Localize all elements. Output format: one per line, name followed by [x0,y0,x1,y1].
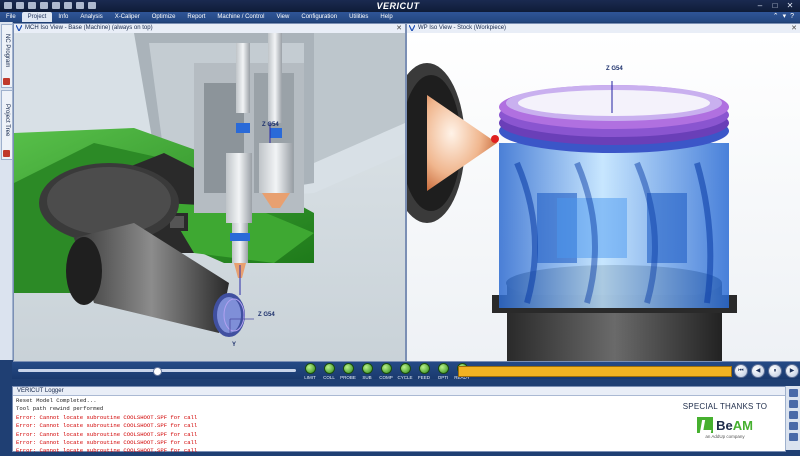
dock-tab-label: Project Tree [4,103,10,137]
log-line-error: Error: Cannot locate subroutine COOLSHOO… [16,447,198,455]
close-button[interactable]: ✕ [784,1,796,10]
minimize-button[interactable]: – [754,1,766,10]
menu-file[interactable]: File [0,12,22,22]
minimize-ribbon-icon[interactable]: ⌃ [773,12,779,22]
close-view-icon[interactable]: ✕ [791,24,797,33]
dock-icon[interactable] [788,400,798,408]
rewind-button[interactable]: ⏮ [734,364,748,378]
maximize-button[interactable]: □ [769,1,781,10]
machine-scene[interactable] [14,33,405,361]
axis-y-label: Y [232,342,237,348]
arrow-icon[interactable] [64,2,72,9]
title-bar: VERICUT – □ ✕ [0,0,800,12]
customize-icon[interactable] [88,2,96,9]
menu-optimize[interactable]: Optimize [146,12,182,22]
logo-text-left: Be [716,417,733,433]
menu-bar: File Project Info Analysis X-Caliper Opt… [0,12,800,22]
dock-icon[interactable] [788,411,798,419]
app-title: VERICUT [376,1,420,11]
view-title: MCH Iso View - Base (Machine) (always on… [25,25,153,31]
playback-bar: LIMIT COLL PROBE SUB COMP CYCLE FEED OPT… [12,362,800,380]
sponsor-banner: SPECIAL THANKS TO BeAM an AddUp company [673,402,777,439]
simulation-progress-bar [458,366,732,377]
separator [12,379,800,386]
sponsor-thanks: SPECIAL THANKS TO [682,402,768,411]
left-dock: NC Program Project Tree [0,22,13,360]
menu-utilities[interactable]: Utilities [343,12,374,22]
settings-icon[interactable] [52,2,60,9]
play-button[interactable]: ▶ [785,364,799,378]
logo-text-right: AM [732,417,753,433]
project-tree-icon [3,150,10,157]
logger-title: VERICUT Logger [13,387,789,396]
save-icon[interactable] [4,2,12,9]
machine-view[interactable]: MCH Iso View - Base (Machine) (always on… [13,23,406,362]
axis-label: Z G54 [606,66,623,72]
quick-access-toolbar [4,2,96,9]
log-lines: Reset Model Completed... Tool path rewin… [16,397,197,456]
undo-icon[interactable] [16,2,24,9]
right-dock [785,386,800,450]
axis-label: Z G54 [258,312,275,318]
menu-analysis[interactable]: Analysis [74,12,108,22]
slider-knob[interactable] [153,367,162,376]
print-icon[interactable] [40,2,48,9]
help-icon[interactable]: ? [790,12,794,22]
nc-program-icon [3,78,10,85]
workpiece-scene[interactable] [407,33,800,361]
dock-tab-project-tree[interactable]: Project Tree [1,90,13,160]
view-icon [409,25,415,31]
dock-icon[interactable] [788,422,798,430]
logger-panel[interactable]: VERICUT Logger Reset Model Completed... … [12,386,789,454]
menu-project[interactable]: Project [21,12,53,22]
beam-logo: BeAM [673,417,777,433]
menu-report[interactable]: Report [181,12,211,22]
log-line-error: Error: Cannot locate subroutine COOLSHOO… [16,430,198,438]
options-icon[interactable]: ▾ [783,12,787,22]
menu-machine-control[interactable]: Machine / Control [211,12,270,22]
log-line: Reset Model Completed... [16,397,97,404]
menu-view[interactable]: View [270,12,295,22]
menu-x-caliper[interactable]: X-Caliper [109,12,146,22]
dock-tab-label: NC Program [4,34,10,68]
pause-button[interactable]: ⏸ [768,364,782,378]
dock-tab-nc-program[interactable]: NC Program [1,24,13,88]
log-line-error: Error: Cannot locate subroutine COOLSHOO… [16,413,198,421]
view-title: WP Iso View - Stock (Workpiece) [418,25,507,31]
log-line: Tool path rewind performed [16,405,104,413]
close-view-icon[interactable]: ✕ [396,24,402,33]
menu-info[interactable]: Info [52,12,74,22]
help-icon[interactable] [76,2,84,9]
menu-configuration[interactable]: Configuration [295,12,343,22]
axis-label: Z G54 [262,122,279,128]
log-line-error: Error: Cannot locate subroutine COOLSHOO… [16,439,198,447]
step-back-button[interactable]: ◀ [751,364,765,378]
redo-icon[interactable] [28,2,36,9]
view-icon [16,25,22,31]
menu-help[interactable]: Help [374,12,398,22]
logo-subtext: an AddUp company [705,434,745,439]
log-line-error: Error: Cannot locate subroutine COOLSHOO… [16,422,198,430]
dock-icon[interactable] [788,433,798,441]
beam-logo-icon [697,417,714,433]
workpiece-view[interactable]: WP Iso View - Stock (Workpiece) ✕ Z G54 [406,23,800,362]
dock-icon[interactable] [788,389,798,397]
